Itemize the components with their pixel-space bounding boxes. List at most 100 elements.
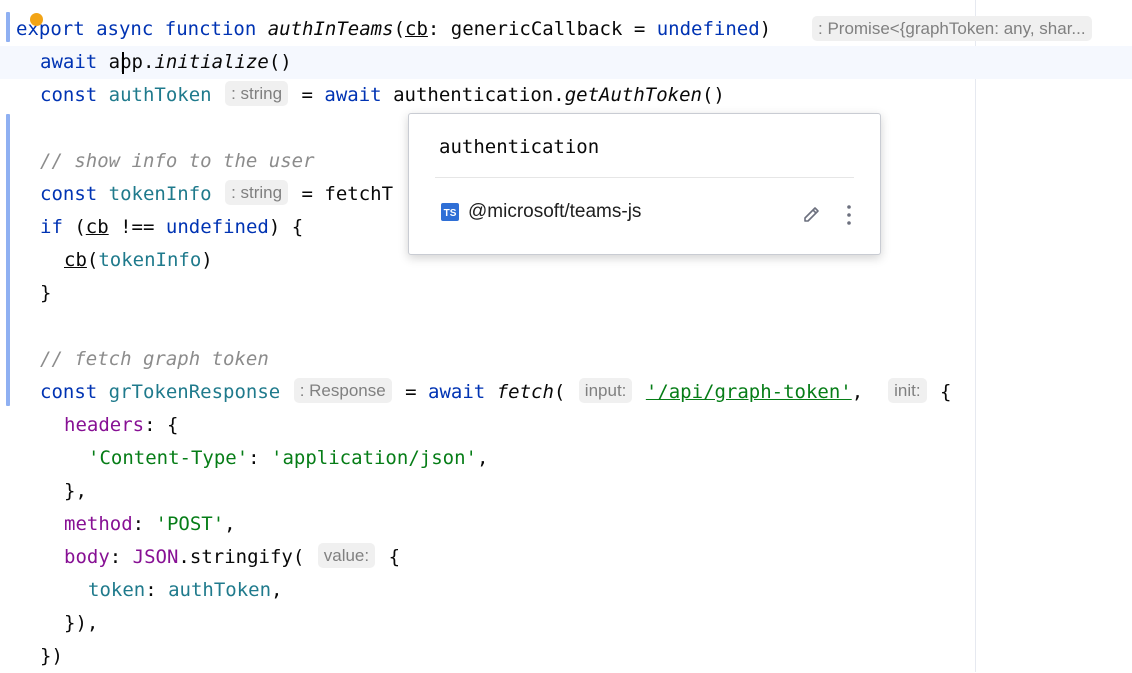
module-reference[interactable]: TS @microsoft/teams-js xyxy=(441,200,641,224)
code-line-11[interactable]: // fetch graph token xyxy=(0,343,1132,376)
punctuation: } xyxy=(40,282,52,304)
text-caret xyxy=(122,52,124,74)
param-hint[interactable]: input: xyxy=(578,378,633,403)
punctuation: { xyxy=(940,381,952,403)
operator: !== xyxy=(108,216,166,238)
code-line-18[interactable]: token: authToken, xyxy=(0,574,1132,607)
code-line-13[interactable]: headers: { xyxy=(0,409,1132,442)
keyword: if xyxy=(40,216,63,238)
vertical-dots-icon[interactable] xyxy=(842,202,856,228)
method-name: initialize xyxy=(154,51,269,73)
code-line-3[interactable]: const authToken : string = await authent… xyxy=(0,79,1132,112)
punctuation: ) xyxy=(201,249,213,271)
return-type-hint[interactable]: : Promise<{graphToken: any, shar... xyxy=(812,16,1092,41)
punctuation: : xyxy=(248,447,272,469)
punctuation: () xyxy=(701,84,725,106)
punctuation: ) xyxy=(759,18,772,40)
keyword: const xyxy=(40,381,98,403)
code-line-17[interactable]: body: JSON.stringify( value: { xyxy=(0,541,1132,574)
variable-name: authToken xyxy=(108,84,212,106)
punctuation: : xyxy=(109,546,133,568)
param-hint[interactable]: value: xyxy=(317,543,376,568)
operator: = xyxy=(622,18,657,40)
param-cb: cb xyxy=(85,216,109,238)
punctuation: . xyxy=(178,546,190,568)
code-line-14[interactable]: 'Content-Type': 'application/json', xyxy=(0,442,1132,475)
keyword: await xyxy=(40,51,98,73)
operator: = xyxy=(290,183,325,205)
code-line-19[interactable]: }), xyxy=(0,607,1132,640)
code-line-16[interactable]: method: 'POST', xyxy=(0,508,1132,541)
punctuation: ) { xyxy=(268,216,304,238)
operator: = xyxy=(393,381,429,403)
popup-divider xyxy=(435,177,854,178)
popup-title: authentication xyxy=(439,136,600,158)
punctuation: ( xyxy=(553,381,566,403)
keyword: undefined xyxy=(165,216,269,238)
variable-name: authToken xyxy=(168,579,272,601)
punctuation: }), xyxy=(64,612,99,634)
punctuation: . xyxy=(553,84,565,106)
type-hint[interactable]: : Response xyxy=(293,378,392,403)
operator: = xyxy=(290,84,325,106)
punctuation: , xyxy=(476,447,489,469)
type-hint[interactable]: : string xyxy=(225,180,289,205)
code-editor[interactable]: export async function authInTeams(cb: ge… xyxy=(0,0,1132,672)
code-line-2[interactable]: await app.initialize() xyxy=(0,46,1132,79)
punctuation: , xyxy=(224,513,236,535)
typescript-file-icon: TS xyxy=(441,203,459,221)
code-line-9[interactable]: } xyxy=(0,277,1132,310)
documentation-popup[interactable]: authentication TS @microsoft/teams-js xyxy=(408,113,881,255)
property-name: token xyxy=(88,579,146,601)
punctuation: }) xyxy=(40,645,63,667)
punctuation: ( xyxy=(62,216,86,238)
method-name: getAuthToken xyxy=(564,84,702,106)
method-name: stringify xyxy=(189,546,293,568)
punctuation: ( xyxy=(86,249,99,271)
punctuation: , xyxy=(851,381,875,403)
type-name: genericCallback xyxy=(450,18,623,40)
code-line-15[interactable]: }, xyxy=(0,475,1132,508)
punctuation: : xyxy=(145,579,169,601)
module-name[interactable]: @microsoft/teams-js xyxy=(468,201,641,223)
pencil-icon[interactable] xyxy=(801,204,823,226)
punctuation: , xyxy=(271,579,283,601)
param-cb: cb xyxy=(64,249,87,271)
punctuation: { xyxy=(388,546,401,568)
keyword: await xyxy=(324,84,382,106)
global-object: JSON xyxy=(132,546,179,568)
punctuation: : xyxy=(427,18,451,40)
property-name: body xyxy=(64,546,110,568)
keyword: export xyxy=(16,18,85,40)
keyword: const xyxy=(40,84,98,106)
string-literal[interactable]: '/api/graph-token' xyxy=(646,381,852,403)
param-cb: cb xyxy=(405,18,428,40)
punctuation: }, xyxy=(64,480,87,502)
keyword: const xyxy=(40,183,98,205)
keyword: await xyxy=(428,381,486,403)
keyword: function xyxy=(164,18,257,40)
punctuation: () xyxy=(268,51,292,73)
string-literal: 'application/json' xyxy=(271,447,477,469)
punctuation: . xyxy=(142,51,155,73)
param-hint[interactable]: init: xyxy=(888,378,927,403)
code-line-20[interactable]: }) xyxy=(0,640,1132,673)
code-line-12[interactable]: const grTokenResponse : Response = await… xyxy=(0,376,1132,409)
identifier: app xyxy=(108,51,143,73)
function-name: authInTeams xyxy=(267,18,394,40)
intention-bulb-icon[interactable] xyxy=(30,13,43,26)
string-literal: 'POST' xyxy=(155,513,225,535)
punctuation: ( xyxy=(393,18,406,40)
variable-name: tokenInfo xyxy=(98,249,202,271)
property-name: headers xyxy=(64,414,145,436)
variable-name: grTokenResponse xyxy=(108,381,281,403)
punctuation: : { xyxy=(144,414,179,436)
string-literal: 'Content-Type' xyxy=(88,447,249,469)
keyword: async xyxy=(96,18,154,40)
comment: // show info to the user xyxy=(40,150,315,172)
property-name: method xyxy=(64,513,133,535)
identifier: fetchT xyxy=(324,183,394,205)
type-hint[interactable]: : string xyxy=(225,81,289,106)
punctuation: ( xyxy=(292,546,305,568)
keyword: undefined xyxy=(656,18,760,40)
